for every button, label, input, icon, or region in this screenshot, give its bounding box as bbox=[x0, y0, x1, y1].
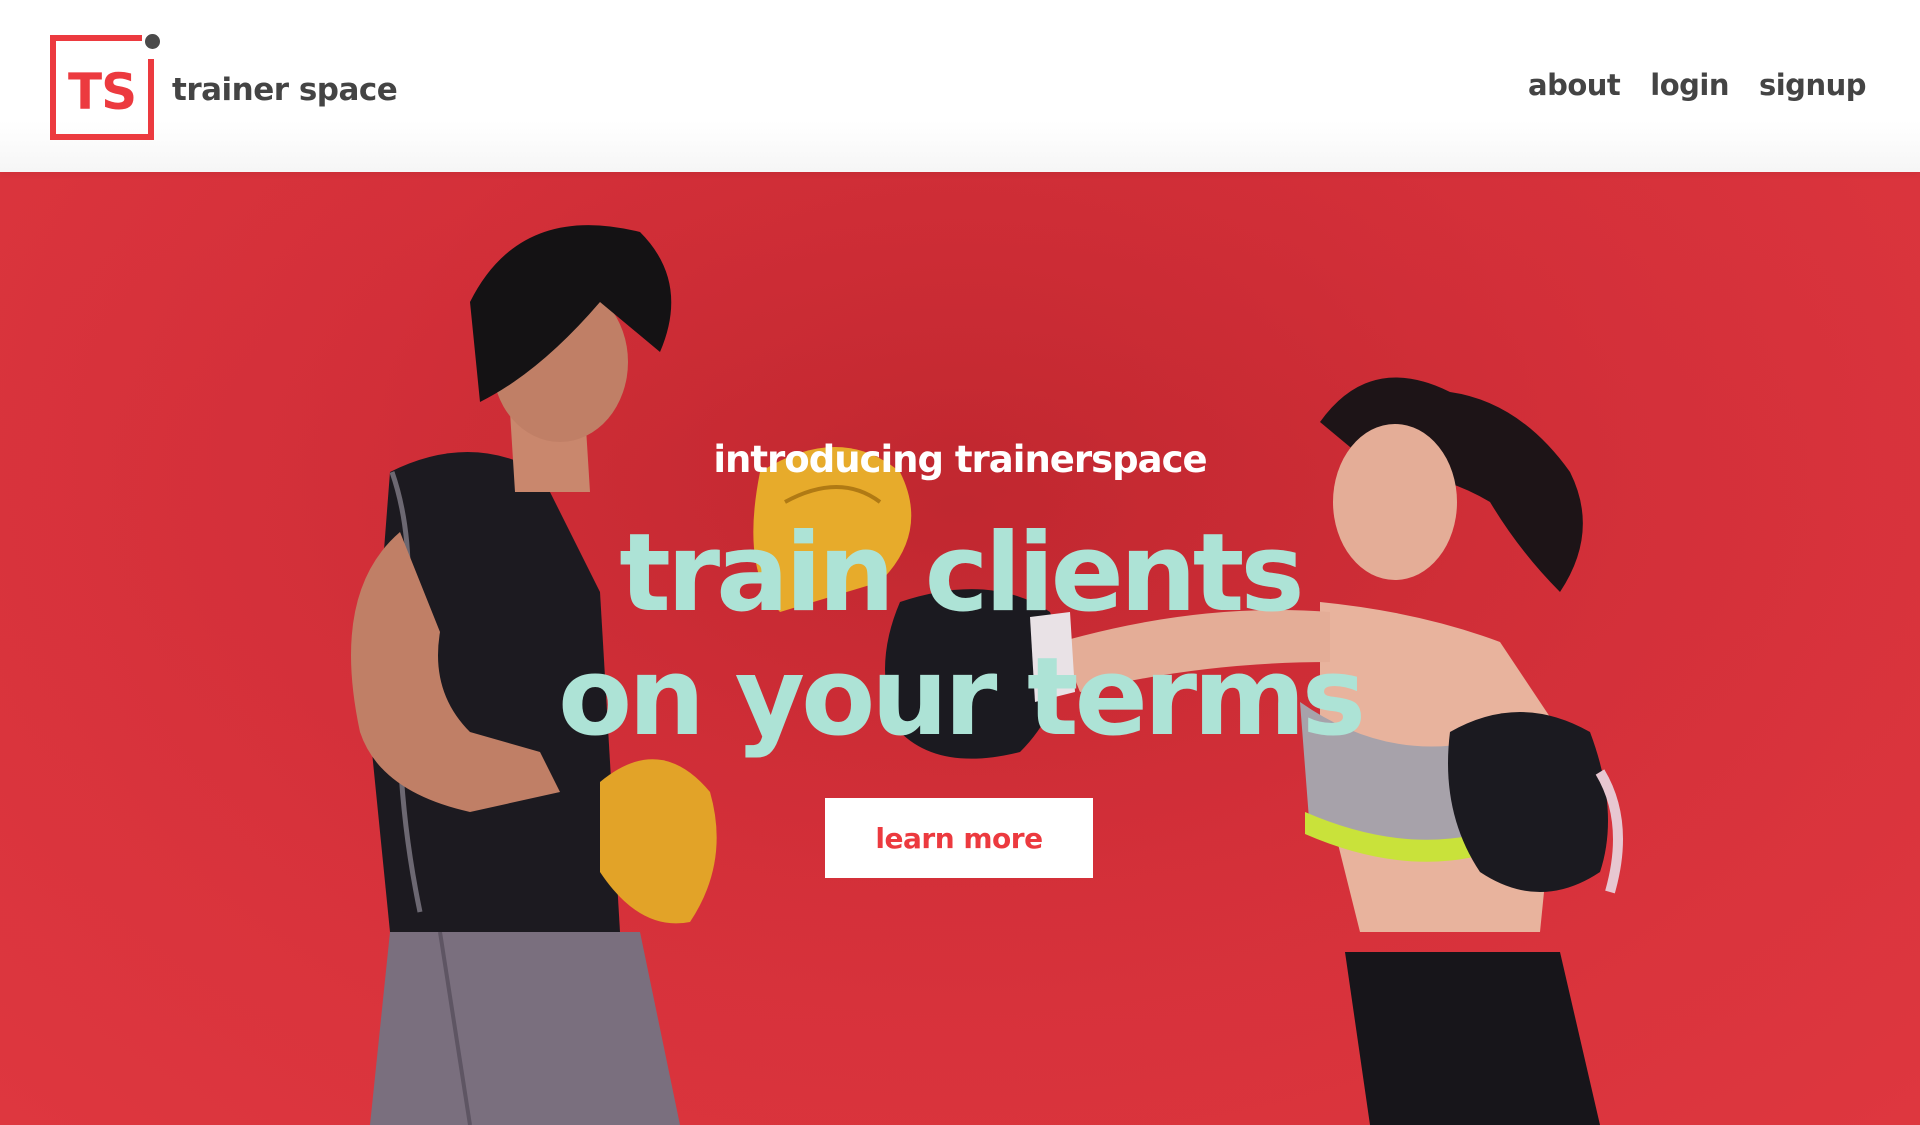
logo-letters: TS bbox=[68, 63, 137, 121]
nav-link-login[interactable]: login bbox=[1650, 68, 1729, 102]
learn-more-button[interactable]: learn more bbox=[825, 798, 1093, 878]
nav-link-signup[interactable]: signup bbox=[1759, 68, 1867, 102]
site-header: TS trainer space about login signup bbox=[0, 0, 1920, 172]
hero-eyebrow: introducing trainerspace bbox=[713, 438, 1207, 481]
hero-headline-line-1: train clients bbox=[619, 511, 1304, 636]
nav-link-about[interactable]: about bbox=[1528, 68, 1621, 102]
hero-content: introducing trainerspace train clients o… bbox=[0, 172, 1920, 1125]
brand-name: trainer space bbox=[172, 71, 398, 108]
hero-headline: train clients on your terms bbox=[0, 512, 1920, 760]
hero-headline-line-2: on your terms bbox=[558, 635, 1366, 760]
landing-page: TS trainer space about login signup intr… bbox=[0, 0, 1920, 1125]
logo-link[interactable]: TS trainer space bbox=[50, 30, 398, 145]
hero-section: introducing trainerspace train clients o… bbox=[0, 172, 1920, 1125]
top-nav: about login signup bbox=[1528, 68, 1867, 102]
logo-dot bbox=[145, 34, 160, 49]
ts-logo-icon: TS bbox=[50, 33, 160, 140]
